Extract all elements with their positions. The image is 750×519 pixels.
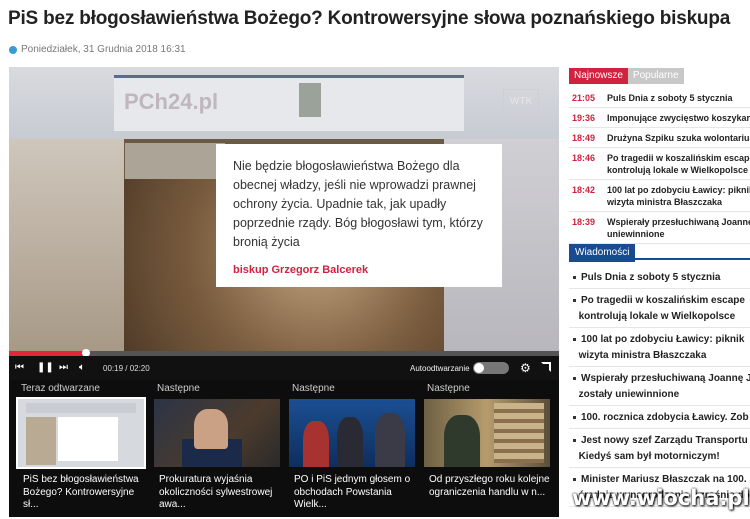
playlist-title[interactable]: PO i PiS jednym głosem o obchodach Powst… — [294, 474, 416, 512]
fullscreen-icon[interactable] — [541, 362, 551, 372]
latest-title[interactable]: Drużyna Szpiku szuka wolontariuszy — [607, 132, 750, 144]
video-player[interactable]: PCh24.pl WTK Nie będzie błogosławieństwa… — [9, 67, 559, 517]
latest-item[interactable]: 18:49 Drużyna Szpiku szuka wolontariuszy — [569, 128, 750, 148]
article-dateline: Poniedziałek, 31 Grudnia 2018 16:31 — [9, 44, 186, 55]
news-item[interactable]: Wspierały przesłuchiwaną Joannę J został… — [569, 367, 750, 406]
latest-title[interactable]: Po tragedii w koszalińskim escape kontrol… — [607, 152, 750, 176]
watermark: www.wiocha.pl — [572, 486, 750, 510]
bullet-icon — [573, 477, 576, 481]
player-controls: ⏮ ❚❚ ⏭ 🔈︎ 00:19 / 02:20 Autoodtwarzanie … — [9, 356, 559, 380]
crest-image — [299, 83, 321, 117]
playlist-item-current[interactable]: Teraz odtwarzane PiS bez błogosławieństw… — [16, 380, 146, 517]
latest-time: 18:49 — [572, 133, 596, 143]
news-item[interactable]: 100. rocznica zdobycia Ławicy. Zob — [569, 406, 750, 429]
bullet-icon — [573, 337, 576, 341]
latest-item[interactable]: 21:05 Puls Dnia z soboty 5 stycznia — [569, 88, 750, 108]
latest-item[interactable]: 18:42 100 lat po zdobyciu Ławicy: piknik… — [569, 180, 750, 212]
playlist-thumbnail[interactable] — [424, 399, 550, 467]
channel-corner-logo: WTK — [503, 89, 539, 115]
autoplay-toggle-knob — [474, 363, 484, 373]
sidebar-tabs: Najnowsze Popularne — [569, 68, 684, 84]
playlist-title[interactable]: Od przyszłego roku kolejne ograniczenia … — [429, 474, 551, 499]
video-frame[interactable]: PCh24.pl WTK Nie będzie błogosławieństwa… — [9, 67, 559, 356]
article-date: Poniedziałek, 31 Grudnia 2018 16:31 — [21, 44, 186, 55]
latest-item[interactable]: 18:46 Po tragedii w koszalińskim escape k… — [569, 148, 750, 180]
latest-list: 21:05 Puls Dnia z soboty 5 stycznia 19:3… — [569, 88, 750, 244]
playlist-label: Teraz odtwarzane — [21, 383, 100, 394]
latest-title[interactable]: Imponujące zwycięstwo koszykarek — [607, 112, 750, 124]
news-section-label[interactable]: Wiadomości — [569, 244, 636, 262]
playlist: Teraz odtwarzane PiS bez błogosławieństw… — [9, 380, 559, 517]
timecode: 00:19 / 02:20 — [103, 364, 150, 373]
latest-time: 18:42 — [572, 185, 596, 195]
page: PiS bez błogosławieństwa Bożego? Kontrow… — [0, 0, 750, 519]
latest-time: 18:46 — [572, 153, 596, 163]
skip-forward-icon[interactable]: ⏭ — [59, 362, 68, 374]
latest-time: 18:39 — [572, 217, 596, 227]
playlist-item[interactable]: Następne Prokuratura wyjaśnia okolicznoś… — [154, 380, 280, 517]
video-logo: PCh24.pl — [124, 89, 219, 114]
news-item[interactable]: 100 lat po zdobyciu Ławicy: piknik wizyt… — [569, 328, 750, 367]
latest-title[interactable]: Wspierały przesłuchiwaną Joannę uniewinni… — [607, 216, 750, 240]
progress-handle[interactable] — [82, 349, 90, 356]
latest-item[interactable]: 18:39 Wspierały przesłuchiwaną Joannę uni… — [569, 212, 750, 244]
gear-icon[interactable]: ⚙ — [520, 361, 531, 375]
latest-time: 21:05 — [572, 93, 596, 103]
news-item[interactable]: Puls Dnia z soboty 5 stycznia — [569, 266, 750, 289]
bullet-icon — [573, 415, 576, 419]
skip-back-icon[interactable]: ⏮ — [15, 362, 24, 374]
bullet-icon — [573, 376, 576, 380]
latest-title[interactable]: Puls Dnia z soboty 5 stycznia — [607, 92, 733, 104]
autoplay-label: Autoodtwarzanie — [410, 364, 470, 373]
playlist-item[interactable]: Następne PO i PiS jednym głosem o obchod… — [289, 380, 415, 517]
clock-icon — [9, 45, 17, 54]
latest-title[interactable]: 100 lat po zdobyciu Ławicy: piknik wizyta… — [607, 184, 750, 208]
bullet-icon — [573, 275, 576, 279]
bullet-icon — [573, 438, 576, 442]
quote-author: biskup Grzegorz Balcerek — [233, 264, 369, 276]
playlist-thumbnail[interactable] — [16, 397, 146, 469]
news-list: Puls Dnia z soboty 5 stycznia Po tragedi… — [569, 266, 750, 507]
volume-icon[interactable]: 🔈︎ — [79, 362, 85, 374]
article-headline: PiS bez błogosławieństwa Bożego? Kontrow… — [8, 8, 731, 29]
latest-item[interactable]: 19:36 Imponujące zwycięstwo koszykarek — [569, 108, 750, 128]
tab-latest[interactable]: Najnowsze — [569, 68, 628, 84]
bullet-icon — [573, 298, 576, 302]
news-item[interactable]: Jest nowy szef Zarządu Transportu Kiedyś… — [569, 429, 750, 468]
playlist-label: Następne — [157, 383, 200, 394]
latest-time: 19:36 — [572, 113, 596, 123]
playlist-thumbnail[interactable] — [289, 399, 415, 467]
playlist-title[interactable]: Prokuratura wyjaśnia okoliczności sylwes… — [159, 474, 281, 512]
pause-icon[interactable]: ❚❚ — [37, 362, 54, 374]
quote-overlay: Nie będzie błogosławieństwa Bożego dla o… — [216, 144, 502, 287]
news-item[interactable]: Po tragedii w koszalińskim escape kontro… — [569, 289, 750, 328]
playlist-item[interactable]: Następne Od przyszłego roku kolejne ogra… — [424, 380, 550, 517]
video-backdrop-text — [125, 143, 225, 183]
video-backdrop-left — [9, 139, 124, 356]
quote-text: Nie będzie błogosławieństwa Bożego dla o… — [233, 159, 483, 249]
autoplay-toggle[interactable] — [473, 362, 509, 374]
playlist-label: Następne — [292, 383, 335, 394]
playlist-title[interactable]: PiS bez błogosławieństwa Bożego? Kontrow… — [23, 474, 145, 512]
news-section-header: Wiadomości — [569, 242, 750, 262]
playlist-thumbnail[interactable] — [154, 399, 280, 467]
tab-popular[interactable]: Popularne — [627, 68, 684, 84]
playlist-label: Następne — [427, 383, 470, 394]
